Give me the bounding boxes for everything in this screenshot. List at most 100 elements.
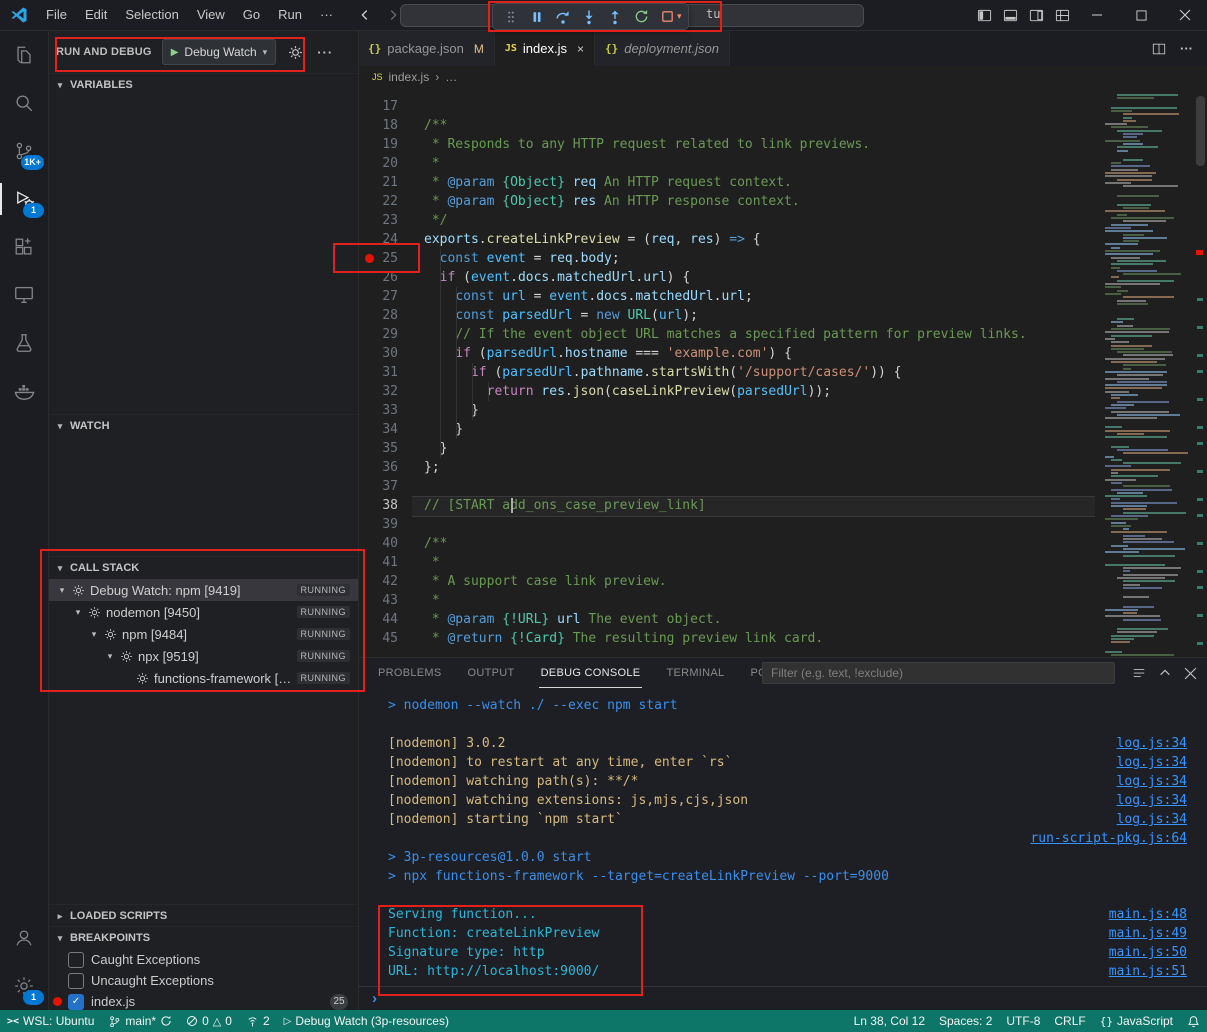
start-debugging-icon[interactable]: ▶ bbox=[171, 47, 179, 58]
nav-back-icon[interactable] bbox=[358, 8, 372, 22]
cursor-position-item[interactable]: Ln 38, Col 12 bbox=[847, 1010, 932, 1032]
line-number[interactable]: 29 bbox=[358, 325, 412, 344]
console-source-link[interactable]: main.js:49 bbox=[1109, 924, 1187, 943]
line-number[interactable]: 34 bbox=[358, 420, 412, 439]
line-number[interactable]: 32 bbox=[358, 382, 412, 401]
code-line-37[interactable]: 37 bbox=[358, 477, 1095, 496]
line-number[interactable]: 44 bbox=[358, 610, 412, 629]
variables-section-header[interactable]: ▾ VARIABLES bbox=[48, 73, 358, 96]
code-line-42[interactable]: 42 * A support case link preview. bbox=[358, 572, 1095, 591]
menu-selection[interactable]: Selection bbox=[116, 4, 187, 26]
menu-edit[interactable]: Edit bbox=[76, 4, 116, 26]
breakpoints-section-header[interactable]: ▾ BREAKPOINTS bbox=[48, 926, 358, 949]
line-number[interactable]: 24 bbox=[358, 230, 412, 249]
console-filter-input[interactable] bbox=[762, 662, 1115, 684]
code-line-18[interactable]: 18/** bbox=[358, 116, 1095, 135]
call-stack-session[interactable]: ▾nodemon [9450]RUNNING bbox=[48, 601, 358, 623]
editor-more-actions-icon[interactable]: ··· bbox=[1180, 41, 1193, 56]
menu-run[interactable]: Run bbox=[269, 4, 311, 26]
activity-remote-explorer-icon[interactable] bbox=[0, 271, 48, 319]
debug-pause-button[interactable] bbox=[525, 6, 549, 28]
minimize-button[interactable] bbox=[1075, 0, 1119, 30]
menu-go[interactable]: Go bbox=[234, 4, 269, 26]
code-line-43[interactable]: 43 * bbox=[358, 591, 1095, 610]
toggle-secondary-sidebar-icon[interactable] bbox=[1023, 2, 1049, 28]
breadcrumb-more[interactable]: … bbox=[445, 70, 457, 84]
panel-tab-terminal[interactable]: TERMINAL bbox=[664, 658, 726, 688]
indentation-item[interactable]: Spaces: 2 bbox=[932, 1010, 999, 1032]
activity-run-and-debug-icon[interactable]: 1 bbox=[0, 175, 48, 223]
activity-extensions-icon[interactable] bbox=[0, 223, 48, 271]
loaded-scripts-section-header[interactable]: ▸ LOADED SCRIPTS bbox=[48, 904, 358, 927]
activity-settings-icon[interactable]: 1 bbox=[0, 962, 48, 1010]
line-number[interactable]: 33 bbox=[358, 401, 412, 420]
code-line-44[interactable]: 44 * @param {!URL} url The event object. bbox=[358, 610, 1095, 629]
line-number[interactable]: 30 bbox=[358, 344, 412, 363]
activity-accounts-icon[interactable] bbox=[0, 914, 48, 962]
panel-tab-problems[interactable]: PROBLEMS bbox=[376, 658, 444, 688]
line-number[interactable]: 21 bbox=[358, 173, 412, 192]
console-source-link[interactable]: log.js:34 bbox=[1117, 810, 1187, 829]
code-line-41[interactable]: 41 * bbox=[358, 553, 1095, 572]
menu-[interactable]: ··· bbox=[311, 4, 342, 26]
code-line-36[interactable]: 36}; bbox=[358, 458, 1095, 477]
maximize-panel-icon[interactable] bbox=[1158, 666, 1172, 680]
line-number[interactable]: 25 bbox=[358, 249, 412, 268]
code-line-26[interactable]: 26 if (event.docs.matchedUrl.url) { bbox=[358, 268, 1095, 287]
activity-explorer-icon[interactable] bbox=[0, 31, 48, 79]
code-line-19[interactable]: 19 * Responds to any HTTP request relate… bbox=[358, 135, 1095, 154]
line-number[interactable]: 39 bbox=[358, 515, 412, 534]
code-line-28[interactable]: 28 const parsedUrl = new URL(url); bbox=[358, 306, 1095, 325]
sync-icon[interactable] bbox=[160, 1015, 172, 1027]
console-source-link[interactable]: run-script-pkg.js:64 bbox=[1030, 829, 1187, 848]
panel-tab-output[interactable]: OUTPUT bbox=[466, 658, 517, 688]
code-line-31[interactable]: 31 if (parsedUrl.pathname.startsWith('/s… bbox=[358, 363, 1095, 382]
code-line-33[interactable]: 33 } bbox=[358, 401, 1095, 420]
menu-file[interactable]: File bbox=[37, 4, 76, 26]
close-window-button[interactable] bbox=[1163, 0, 1207, 30]
split-editor-icon[interactable] bbox=[1152, 42, 1166, 56]
breakpoint-row[interactable]: Caught Exceptions bbox=[48, 949, 358, 970]
console-source-link[interactable]: log.js:34 bbox=[1117, 753, 1187, 772]
code-line-45[interactable]: 45 * @return {!Card} The resulting previ… bbox=[358, 629, 1095, 648]
activity-docker-icon[interactable] bbox=[0, 367, 48, 415]
call-stack-session[interactable]: ▾Debug Watch: npm [9419]RUNNING bbox=[48, 579, 358, 601]
launch-config-select[interactable]: ▶ Debug Watch ▾ bbox=[162, 39, 277, 65]
code-line-35[interactable]: 35 } bbox=[358, 439, 1095, 458]
console-source-link[interactable]: main.js:50 bbox=[1109, 943, 1187, 962]
editor-tab-package.json[interactable]: {}package.jsonM bbox=[358, 31, 495, 66]
line-number[interactable]: 36 bbox=[358, 458, 412, 477]
call-stack-session[interactable]: functions-framework [954...RUNNING bbox=[48, 667, 358, 689]
toggle-panel-icon[interactable] bbox=[997, 2, 1023, 28]
code-line-17[interactable]: 17 bbox=[358, 97, 1095, 116]
notifications-item[interactable] bbox=[1180, 1010, 1207, 1032]
git-branch-item[interactable]: main* bbox=[101, 1010, 179, 1032]
stop-dropdown-chevron-icon[interactable]: ▾ bbox=[677, 11, 682, 22]
clear-console-icon[interactable] bbox=[1132, 666, 1146, 680]
code-line-22[interactable]: 22 * @param {Object} res An HTTP respons… bbox=[358, 192, 1095, 211]
line-number[interactable]: 40 bbox=[358, 534, 412, 553]
code-line-23[interactable]: 23 */ bbox=[358, 211, 1095, 230]
line-number[interactable]: 18 bbox=[358, 116, 412, 135]
debug-step-out-button[interactable] bbox=[603, 6, 627, 28]
debug-step-into-button[interactable] bbox=[577, 6, 601, 28]
line-number[interactable]: 23 bbox=[358, 211, 412, 230]
breakpoint-dot-icon[interactable] bbox=[365, 254, 374, 263]
scrollbar-thumb[interactable] bbox=[1196, 96, 1205, 166]
code-line-34[interactable]: 34 } bbox=[358, 420, 1095, 439]
line-number[interactable]: 28 bbox=[358, 306, 412, 325]
editor-tab-deployment.json[interactable]: {}deployment.json bbox=[595, 31, 730, 66]
breakpoint-row[interactable]: ✓index.js25 bbox=[48, 991, 358, 1012]
line-number[interactable]: 38 bbox=[358, 496, 412, 515]
maximize-button[interactable] bbox=[1119, 0, 1163, 30]
language-mode-item[interactable]: {} JavaScript bbox=[1093, 1010, 1180, 1032]
editor-tab-index.js[interactable]: JSindex.js× bbox=[495, 31, 595, 66]
watch-section-header[interactable]: ▾ WATCH bbox=[48, 414, 358, 437]
console-source-link[interactable]: main.js:51 bbox=[1109, 962, 1187, 981]
console-source-link[interactable]: log.js:34 bbox=[1117, 734, 1187, 753]
breadcrumb-file[interactable]: index.js bbox=[389, 70, 430, 84]
customize-layout-icon[interactable] bbox=[1049, 2, 1075, 28]
line-number[interactable]: 41 bbox=[358, 553, 412, 572]
console-source-link[interactable]: log.js:34 bbox=[1117, 772, 1187, 791]
nav-forward-icon[interactable] bbox=[386, 8, 400, 22]
